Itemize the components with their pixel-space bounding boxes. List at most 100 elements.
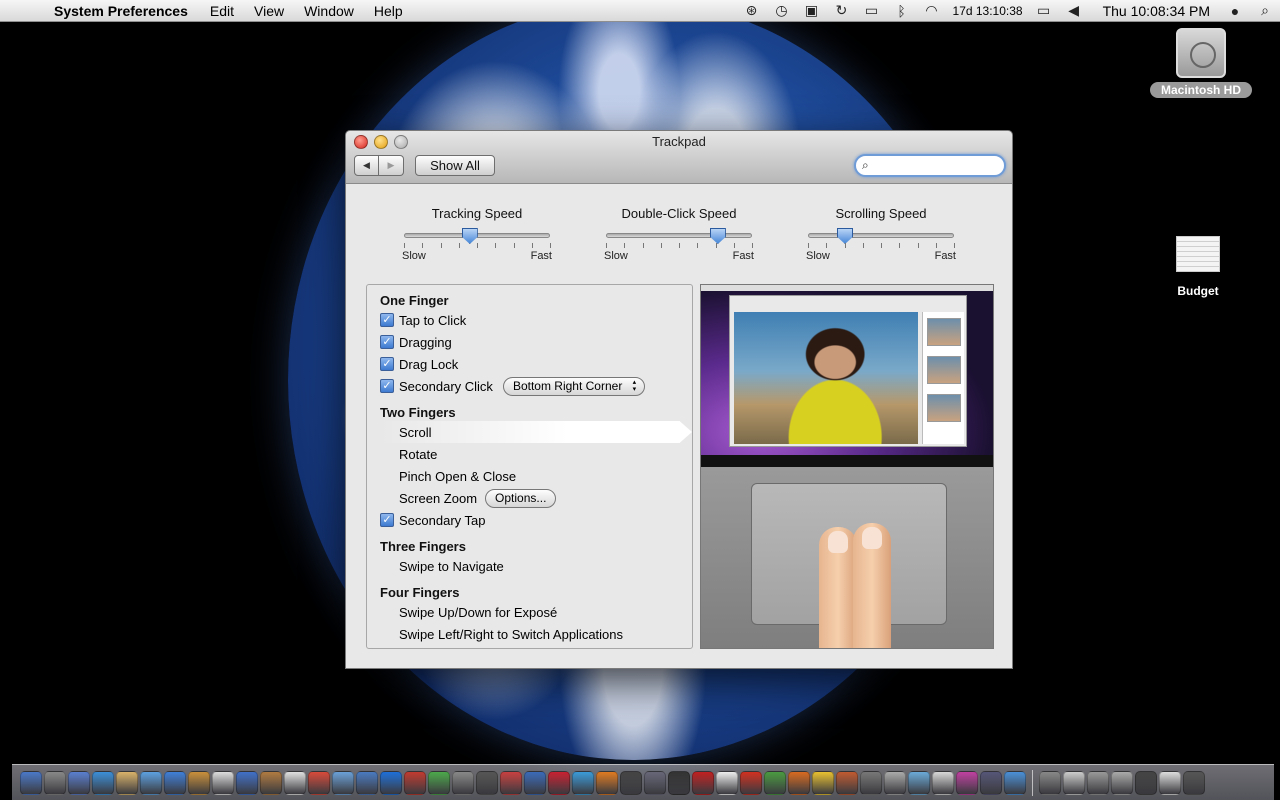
- dock-app-icon[interactable]: [1087, 770, 1109, 795]
- swipe-switch-apps-label[interactable]: Swipe Left/Right to Switch Applications: [399, 627, 623, 642]
- dock-app-icon[interactable]: [452, 770, 474, 795]
- drag-lock-row[interactable]: ✓ Drag Lock: [380, 354, 458, 374]
- tap-to-click-row[interactable]: ✓ Tap to Click: [380, 310, 466, 330]
- secondary-click-checkbox[interactable]: ✓: [380, 379, 394, 393]
- swipe-navigate-label[interactable]: Swipe to Navigate: [399, 559, 504, 574]
- window-titlebar[interactable]: Trackpad ◀ ▶ Show All ⌕: [346, 131, 1012, 184]
- dock-app-icon[interactable]: [404, 770, 426, 795]
- dock-app-icon[interactable]: [1039, 770, 1061, 795]
- scrolling-speed-slider[interactable]: [808, 228, 954, 244]
- time-machine-icon[interactable]: ◷: [767, 2, 797, 19]
- spotlight-icon[interactable]: ⌕: [1250, 2, 1280, 19]
- dock-app-icon[interactable]: [692, 770, 714, 795]
- dock-app-icon[interactable]: [596, 770, 618, 795]
- menu-help[interactable]: Help: [364, 3, 413, 19]
- dock-app-icon[interactable]: [1004, 770, 1026, 795]
- dock-app-icon[interactable]: [260, 770, 282, 795]
- dock-app-icon[interactable]: [68, 770, 90, 795]
- dock-app-icon[interactable]: [164, 770, 186, 795]
- dock-app-icon[interactable]: [644, 770, 666, 795]
- dock-app-icon[interactable]: [1159, 770, 1181, 795]
- dragging-row[interactable]: ✓ Dragging: [380, 332, 452, 352]
- dock-app-icon[interactable]: [884, 770, 906, 795]
- menu-app-name[interactable]: System Preferences: [54, 3, 200, 19]
- dock-app-icon[interactable]: [1063, 770, 1085, 795]
- dock-app-icon[interactable]: [356, 770, 378, 795]
- tracking-speed-thumb[interactable]: [461, 228, 478, 244]
- wifi-icon[interactable]: ◠: [917, 2, 947, 19]
- dock-app-icon[interactable]: [1111, 770, 1133, 795]
- dock-app-icon[interactable]: [860, 770, 882, 795]
- tap-to-click-label[interactable]: Tap to Click: [399, 313, 466, 328]
- dock-app-icon[interactable]: [620, 770, 642, 795]
- secondary-click-row[interactable]: ✓ Secondary Click Bottom Right Corner: [380, 376, 646, 396]
- dock-app-icon[interactable]: [980, 770, 1002, 795]
- menu-clock[interactable]: Thu 10:08:34 PM: [1089, 3, 1220, 19]
- dock-app-icon[interactable]: [20, 770, 42, 795]
- rotate-label[interactable]: Rotate: [399, 447, 437, 462]
- dock-app-icon[interactable]: [668, 770, 690, 795]
- menu-edit[interactable]: Edit: [200, 3, 244, 19]
- dock-app-icon[interactable]: [116, 770, 138, 795]
- refresh-icon[interactable]: ↻: [827, 2, 857, 19]
- search-input[interactable]: [876, 158, 996, 173]
- secondary-tap-checkbox[interactable]: ✓: [380, 513, 394, 527]
- dock-app-icon[interactable]: [500, 770, 522, 795]
- dock-app-icon[interactable]: [92, 770, 114, 795]
- swipe-navigate-row[interactable]: Swipe to Navigate: [399, 556, 504, 576]
- dock-app-icon[interactable]: [476, 770, 498, 795]
- double-click-speed-thumb[interactable]: [709, 228, 726, 244]
- dock-app-icon[interactable]: [1135, 770, 1157, 795]
- forward-button[interactable]: ▶: [379, 155, 404, 176]
- dock-app-icon[interactable]: [836, 770, 858, 795]
- secondary-tap-row[interactable]: ✓ Secondary Tap: [380, 510, 486, 530]
- spaces-icon[interactable]: ▣: [797, 2, 827, 19]
- dock-app-icon[interactable]: [140, 770, 162, 795]
- dock-app-icon[interactable]: [956, 770, 978, 795]
- menu-view[interactable]: View: [244, 3, 294, 19]
- dock-app-icon[interactable]: [812, 770, 834, 795]
- user-icon[interactable]: ●: [1220, 3, 1250, 19]
- scroll-label[interactable]: Scroll: [399, 425, 432, 440]
- dock-app-icon[interactable]: [308, 770, 330, 795]
- screen-zoom-row[interactable]: Screen Zoom Options...: [399, 488, 557, 508]
- back-button[interactable]: ◀: [354, 155, 379, 176]
- dock-app-icon[interactable]: [236, 770, 258, 795]
- rotate-row[interactable]: Rotate: [399, 444, 437, 464]
- dock-app-icon[interactable]: [44, 770, 66, 795]
- dragging-checkbox[interactable]: ✓: [380, 335, 394, 349]
- dock-app-icon[interactable]: [908, 770, 930, 795]
- scroll-row[interactable]: Scroll: [399, 422, 432, 442]
- dock-app-icon[interactable]: [572, 770, 594, 795]
- dock-app-icon[interactable]: [332, 770, 354, 795]
- dock-app-icon[interactable]: [1183, 770, 1205, 795]
- display-icon[interactable]: ▭: [857, 2, 887, 19]
- search-field[interactable]: ⌕: [854, 154, 1006, 177]
- double-click-speed-slider[interactable]: [606, 228, 752, 244]
- battery-icon[interactable]: ▭: [1029, 2, 1059, 19]
- sync-icon[interactable]: ⊛: [737, 2, 767, 19]
- dock-app-icon[interactable]: [548, 770, 570, 795]
- pinch-row[interactable]: Pinch Open & Close: [399, 466, 516, 486]
- secondary-click-popup[interactable]: Bottom Right Corner: [502, 376, 646, 396]
- dock-app-icon[interactable]: [788, 770, 810, 795]
- secondary-click-label[interactable]: Secondary Click: [399, 379, 493, 394]
- dock-app-icon[interactable]: [284, 770, 306, 795]
- scrolling-speed-thumb[interactable]: [837, 228, 853, 244]
- drag-lock-label[interactable]: Drag Lock: [399, 357, 458, 372]
- dock-app-icon[interactable]: [212, 770, 234, 795]
- dock-app-icon[interactable]: [764, 770, 786, 795]
- bluetooth-icon[interactable]: ᛒ: [887, 3, 917, 19]
- budget-file-icon[interactable]: Budget: [1160, 236, 1236, 298]
- dock-app-icon[interactable]: [524, 770, 546, 795]
- show-all-button[interactable]: Show All: [415, 155, 495, 176]
- dock-app-icon[interactable]: [740, 770, 762, 795]
- volume-icon[interactable]: ◀: [1059, 2, 1089, 19]
- dock-app-icon[interactable]: [188, 770, 210, 795]
- swipe-switch-apps-row[interactable]: Swipe Left/Right to Switch Applications: [399, 624, 623, 644]
- screen-zoom-label[interactable]: Screen Zoom: [399, 491, 477, 506]
- swipe-expose-label[interactable]: Swipe Up/Down for Exposé: [399, 605, 557, 620]
- pinch-label[interactable]: Pinch Open & Close: [399, 469, 516, 484]
- tap-to-click-checkbox[interactable]: ✓: [380, 313, 394, 327]
- dock-app-icon[interactable]: [932, 770, 954, 795]
